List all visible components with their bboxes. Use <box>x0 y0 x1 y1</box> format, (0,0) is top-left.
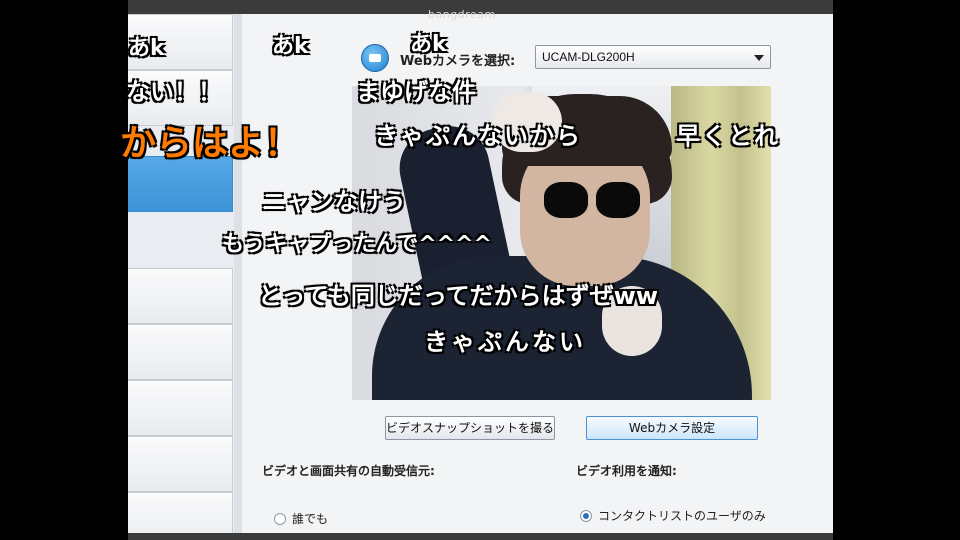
sidebar-item[interactable] <box>128 14 233 70</box>
options-sidebar <box>128 14 235 540</box>
video-snapshot-button[interactable]: ビデオスナップショットを撮る <box>385 416 555 440</box>
sidebar-item[interactable] <box>128 70 233 126</box>
skype-video-settings-window: bangdream Webカメラを選択: UCAM-DLG200H ビデオスナッ… <box>128 0 833 540</box>
sidebar-item-selected[interactable] <box>128 156 233 212</box>
preview-hand-raised <box>492 92 562 152</box>
sidebar-item[interactable] <box>128 324 233 380</box>
bottom-bar <box>128 533 833 540</box>
camera-icon <box>361 44 389 72</box>
camera-select[interactable]: UCAM-DLG200H <box>535 45 771 69</box>
radio-contacts-only-label: コンタクトリストのユーザのみ <box>598 509 766 523</box>
camera-select-value: UCAM-DLG200H <box>542 50 635 64</box>
webcam-settings-button[interactable]: Webカメラ設定 <box>586 416 758 440</box>
auto-receive-label: ビデオと画面共有の自動受信元: <box>262 464 435 478</box>
sidebar-item[interactable] <box>128 380 233 436</box>
chevron-down-icon <box>754 55 764 61</box>
sidebar-item[interactable] <box>128 268 233 324</box>
radio-anyone[interactable]: 誰でも <box>274 510 328 527</box>
preview-hand <box>602 286 662 356</box>
radio-button[interactable] <box>274 512 286 525</box>
radio-button-checked[interactable] <box>580 509 592 522</box>
preview-sunglasses <box>544 182 640 222</box>
camera-select-label: Webカメラを選択: <box>400 54 516 69</box>
radio-contacts-only[interactable]: コンタクトリストのユーザのみ <box>580 507 766 524</box>
webcam-preview <box>352 86 771 400</box>
sidebar-divider <box>234 14 242 540</box>
sidebar-item[interactable] <box>128 436 233 492</box>
radio-anyone-label: 誰でも <box>292 512 329 526</box>
watermark: bangdream <box>428 8 496 21</box>
notify-label: ビデオ利用を通知: <box>576 464 677 478</box>
